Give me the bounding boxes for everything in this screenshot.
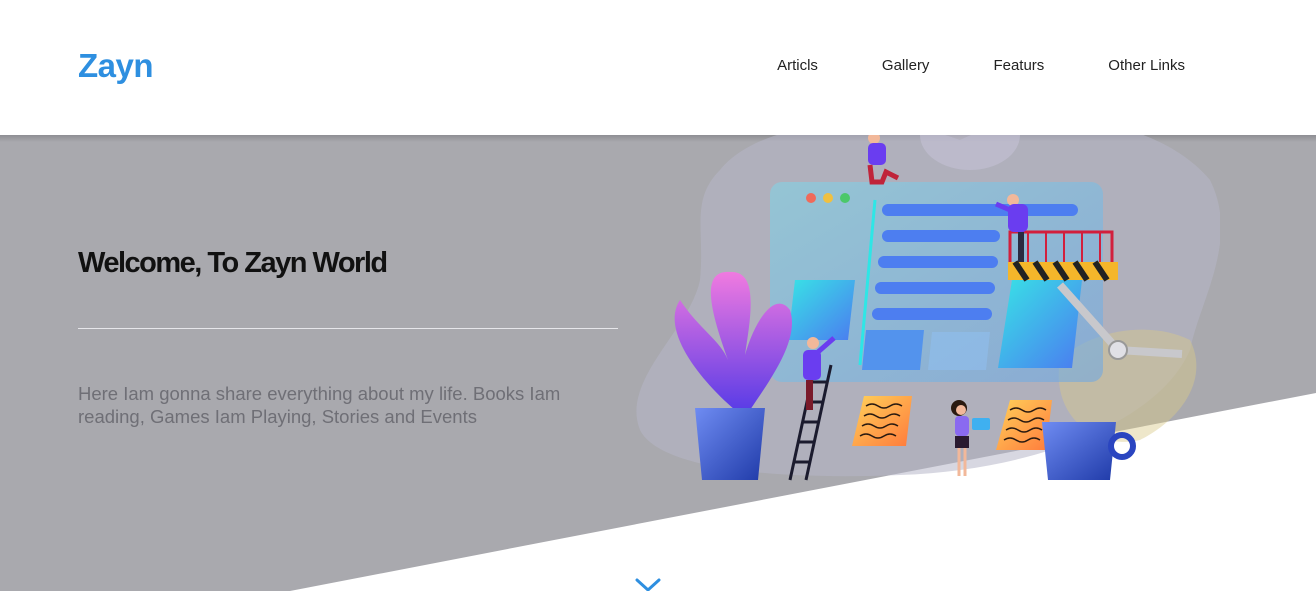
site-logo[interactable]: Zayn xyxy=(78,47,154,85)
nav-link-gallery[interactable]: Gallery xyxy=(882,57,930,74)
nav-link-other-links[interactable]: Other Links xyxy=(1108,57,1185,74)
hero-title: Welcome, To Zayn World xyxy=(78,247,388,279)
nav-link-articles[interactable]: Articls xyxy=(777,57,818,74)
hero-divider xyxy=(78,328,618,329)
site-header: Zayn Articls Gallery Featurs Other Links xyxy=(0,0,1316,135)
main-nav: Articls Gallery Featurs Other Links xyxy=(713,57,1185,74)
chevron-down-icon[interactable] xyxy=(634,578,662,591)
nav-link-features[interactable]: Featurs xyxy=(993,57,1044,74)
hero-illustration xyxy=(636,100,1220,481)
hero-description: Here Iam gonna share everything about my… xyxy=(78,383,561,427)
